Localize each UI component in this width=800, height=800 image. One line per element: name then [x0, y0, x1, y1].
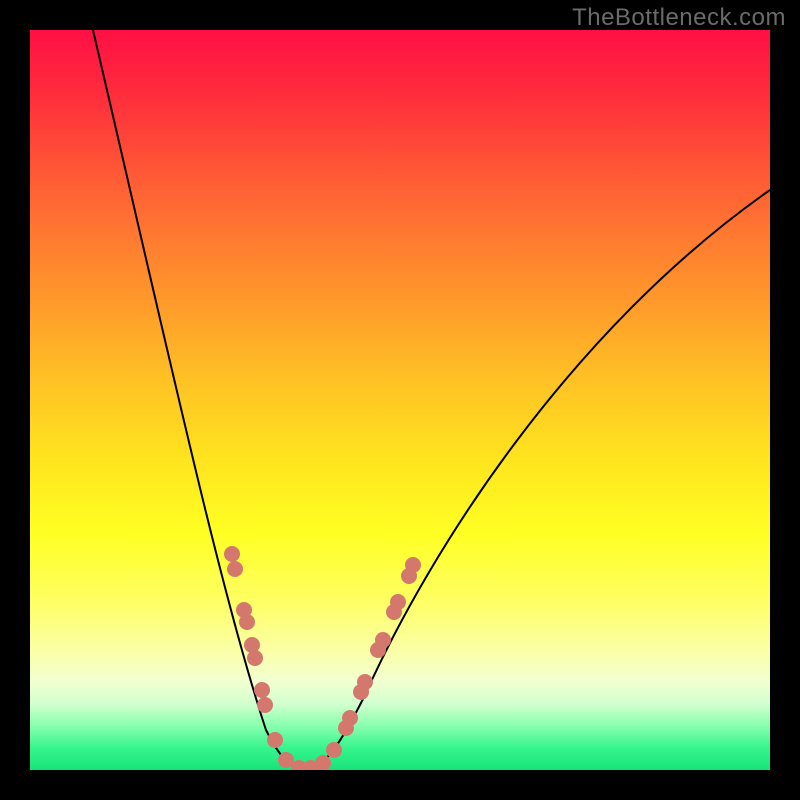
marker-point: [227, 561, 243, 577]
marker-point: [390, 594, 406, 610]
curve-layer: [30, 30, 770, 770]
marker-point: [239, 614, 255, 630]
chart-frame: TheBottleneck.com: [0, 0, 800, 800]
marker-point: [224, 546, 240, 562]
marker-point: [342, 710, 358, 726]
marker-point: [375, 632, 391, 648]
marker-point: [247, 650, 263, 666]
marker-group: [224, 546, 421, 770]
marker-point: [326, 742, 342, 758]
plot-area: [30, 30, 770, 770]
marker-point: [405, 557, 421, 573]
watermark-text: TheBottleneck.com: [572, 4, 786, 32]
bottleneck-curve: [93, 30, 770, 768]
marker-point: [257, 697, 273, 713]
marker-point: [315, 755, 331, 770]
marker-point: [357, 674, 373, 690]
marker-point: [254, 682, 270, 698]
marker-point: [267, 732, 283, 748]
